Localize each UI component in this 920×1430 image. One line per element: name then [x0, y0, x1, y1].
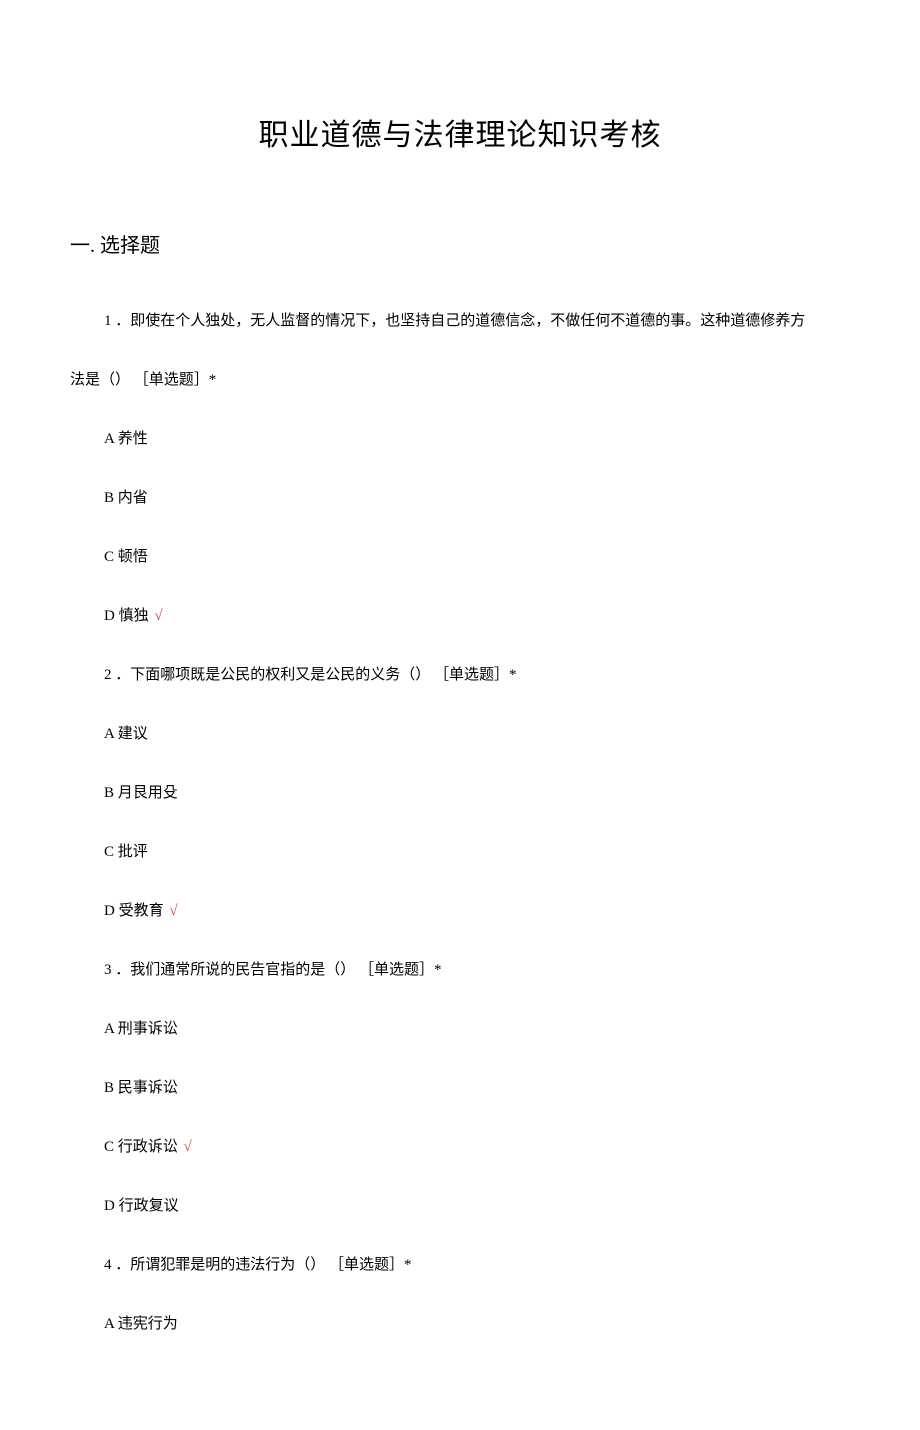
q3-option-c-text: C 行政诉讼: [104, 1139, 178, 1155]
section-header: 一. 选择题: [70, 229, 850, 258]
q2-option-b: B 月艮用殳: [70, 780, 850, 807]
question-2: 2 ．下面哪项既是公民的权利又是公民的义务（） ［单选题］*: [70, 662, 850, 689]
q1-option-a: A 养性: [70, 426, 850, 453]
question-1-line2: 法是（） ［单选题］*: [70, 367, 850, 394]
question-3: 3 ．我们通常所说的民告官指的是（） ［单选题］*: [70, 957, 850, 984]
q1-option-d-text: D 慎独: [104, 608, 149, 624]
check-icon: √: [184, 1139, 192, 1155]
q3-option-b: B 民事诉讼: [70, 1075, 850, 1102]
q3-option-d: D 行政复议: [70, 1193, 850, 1220]
check-icon: √: [154, 608, 162, 624]
q4-option-a: A 违宪行为: [70, 1311, 850, 1338]
q2-option-c: C 批评: [70, 839, 850, 866]
q3-option-a: A 刑事诉讼: [70, 1016, 850, 1043]
check-icon: √: [169, 903, 177, 919]
q1-option-c: C 顿悟: [70, 544, 850, 571]
q1-option-d: D 慎独 √: [70, 603, 850, 630]
question-1-line1: 1 ．即使在个人独处，无人监督的情况下，也坚持自己的道德信念，不做任何不道德的事…: [70, 308, 850, 335]
q2-option-d-text: D 受教育: [104, 903, 164, 919]
q2-option-a: A 建议: [70, 721, 850, 748]
q2-option-d: D 受教育 √: [70, 898, 850, 925]
page-title: 职业道德与法律理论知识考核: [70, 110, 850, 154]
q1-option-b: B 内省: [70, 485, 850, 512]
q3-option-c: C 行政诉讼 √: [70, 1134, 850, 1161]
question-4: 4 ．所谓犯罪是明的违法行为（） ［单选题］*: [70, 1252, 850, 1279]
